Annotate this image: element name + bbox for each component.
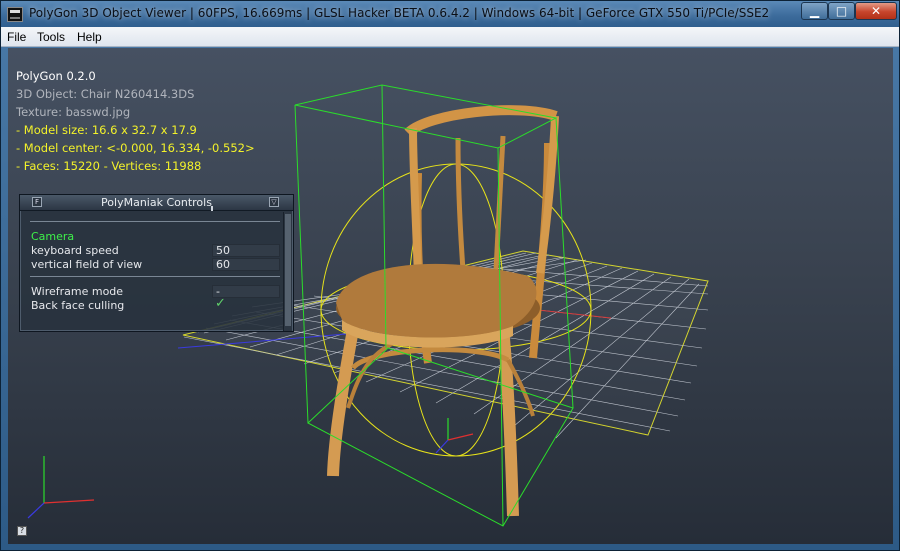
fov-label: vertical field of view <box>31 258 143 271</box>
minimize-button[interactable]: ▁ <box>801 2 828 20</box>
model-center-label: - Model center: <-0.000, 16.334, -0.552> <box>16 141 255 155</box>
app-logo-icon[interactable] <box>7 7 23 22</box>
close-button[interactable]: ✕ <box>855 2 897 20</box>
3d-viewport[interactable]: PolyGon 0.2.0 3D Object: Chair N260414.3… <box>8 48 893 544</box>
model-size-label: - Model size: 16.6 x 32.7 x 17.9 <box>16 123 197 137</box>
panel-collapse-button[interactable]: ▽ <box>269 197 279 207</box>
app-window: PolyGon 3D Object Viewer | 60FPS, 16.669… <box>0 0 900 551</box>
controls-panel: F PolyManiak Controls ▽ Camera keyboard … <box>19 194 294 332</box>
title-bar[interactable]: PolyGon 3D Object Viewer | 60FPS, 16.669… <box>1 1 899 27</box>
keyboard-speed-label: keyboard speed <box>31 244 119 257</box>
panel-scrollbar-thumb[interactable] <box>285 214 291 326</box>
help-icon[interactable]: ? <box>17 526 27 536</box>
texture-label: Texture: basswd.jpg <box>16 105 131 119</box>
menu-file[interactable]: File <box>7 30 26 44</box>
menu-help[interactable]: Help <box>77 30 102 44</box>
panel-separator <box>30 221 280 222</box>
axis-gizmo-icon <box>27 418 474 519</box>
window-title: PolyGon 3D Object Viewer | 60FPS, 16.669… <box>29 6 770 20</box>
panel-separator <box>30 276 280 277</box>
menu-tools[interactable]: Tools <box>37 30 65 44</box>
maximize-button[interactable]: □ <box>828 2 855 20</box>
fov-field[interactable]: 60 <box>212 258 280 271</box>
backface-culling-checkbox[interactable]: ✓ <box>215 296 226 311</box>
panel-header[interactable]: F PolyManiak Controls ▽ <box>20 195 293 211</box>
panel-title: PolyManiak Controls <box>101 196 212 209</box>
panel-slider-mark <box>211 206 213 211</box>
menu-bar: File Tools Help <box>1 27 899 47</box>
app-version-label: PolyGon 0.2.0 <box>16 69 96 83</box>
wireframe-label: Wireframe mode <box>31 285 124 298</box>
object-label: 3D Object: Chair N260414.3DS <box>16 87 195 101</box>
backface-culling-label: Back face culling <box>31 299 125 312</box>
panel-scrollbar[interactable] <box>283 212 292 331</box>
faces-vertices-label: - Faces: 15220 - Vertices: 11988 <box>16 159 202 173</box>
keyboard-speed-field[interactable]: 50 <box>212 244 280 257</box>
camera-section-label: Camera <box>31 230 75 243</box>
